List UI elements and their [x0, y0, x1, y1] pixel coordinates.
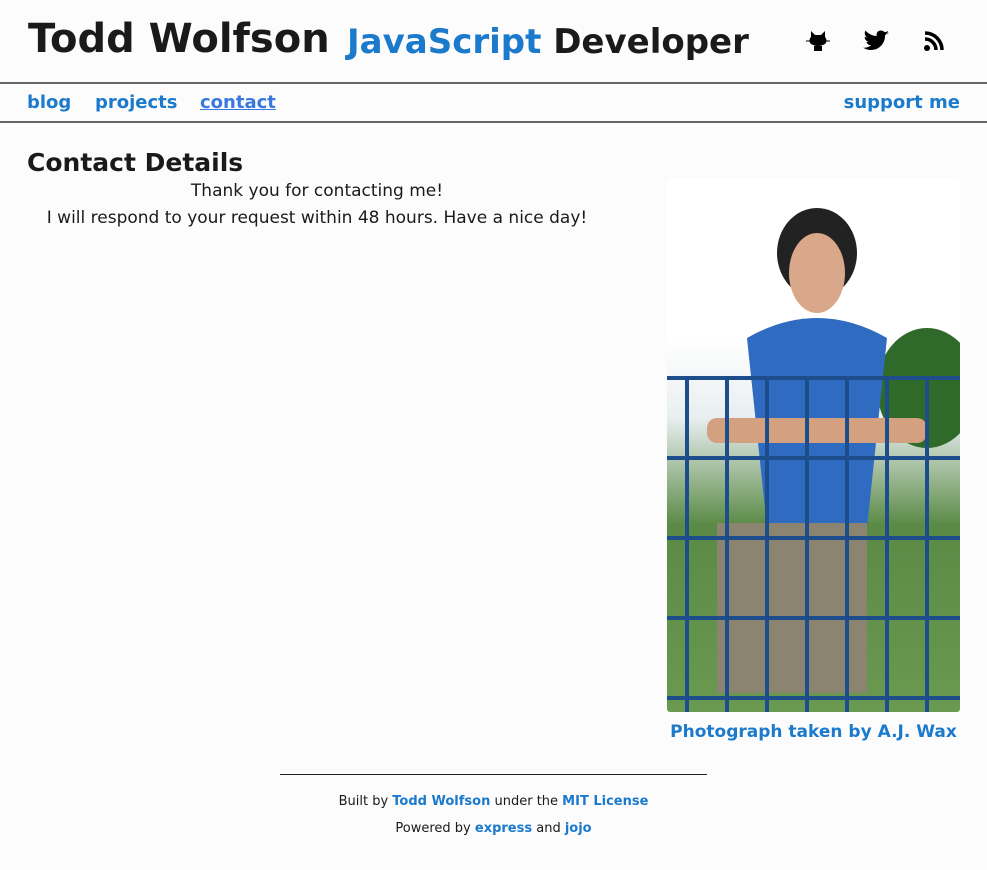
author-link[interactable]: Todd Wolfson — [392, 794, 490, 809]
message-line-2: I will respond to your request within 48… — [46, 208, 588, 228]
license-link[interactable]: MIT License — [562, 794, 648, 809]
tagline: JavaScript Developer — [347, 22, 749, 62]
photo-caption[interactable]: Photograph taken by A.J. Wax — [667, 722, 960, 742]
nav-support-me[interactable]: support me — [844, 92, 960, 113]
express-link[interactable]: express — [475, 821, 532, 836]
under-text: under the — [494, 794, 559, 809]
main-nav: blog projects contact support me — [0, 84, 987, 123]
rss-icon[interactable] — [919, 26, 949, 56]
footer-divider — [280, 774, 707, 775]
nav-blog[interactable]: blog — [27, 92, 71, 113]
twitter-icon[interactable] — [861, 26, 891, 56]
site-name: Todd Wolfson — [28, 16, 330, 62]
contact-message: Thank you for contacting me! I will resp… — [27, 178, 607, 232]
github-icon[interactable] — [803, 26, 833, 56]
footer-powered-by: Powered by express and jojo — [0, 821, 987, 836]
site-header: Todd Wolfson JavaScript Developer — [0, 0, 987, 84]
nav-projects[interactable]: projects — [95, 92, 178, 113]
message-line-1: Thank you for contacting me! — [190, 181, 444, 201]
footer-built-by: Built by Todd Wolfson under the MIT Lice… — [0, 794, 987, 809]
page-title: Contact Details — [27, 148, 244, 177]
photo-credit-link[interactable]: Photograph taken by A.J. Wax — [670, 722, 957, 742]
and-text: and — [536, 821, 561, 836]
tagline-rest: Developer — [553, 22, 749, 62]
nav-contact[interactable]: contact — [200, 92, 276, 113]
built-by-text: Built by — [338, 794, 389, 809]
jojo-link[interactable]: jojo — [565, 821, 592, 836]
profile-photo — [667, 178, 960, 712]
powered-by-text: Powered by — [395, 821, 471, 836]
tagline-accent: JavaScript — [347, 22, 542, 62]
